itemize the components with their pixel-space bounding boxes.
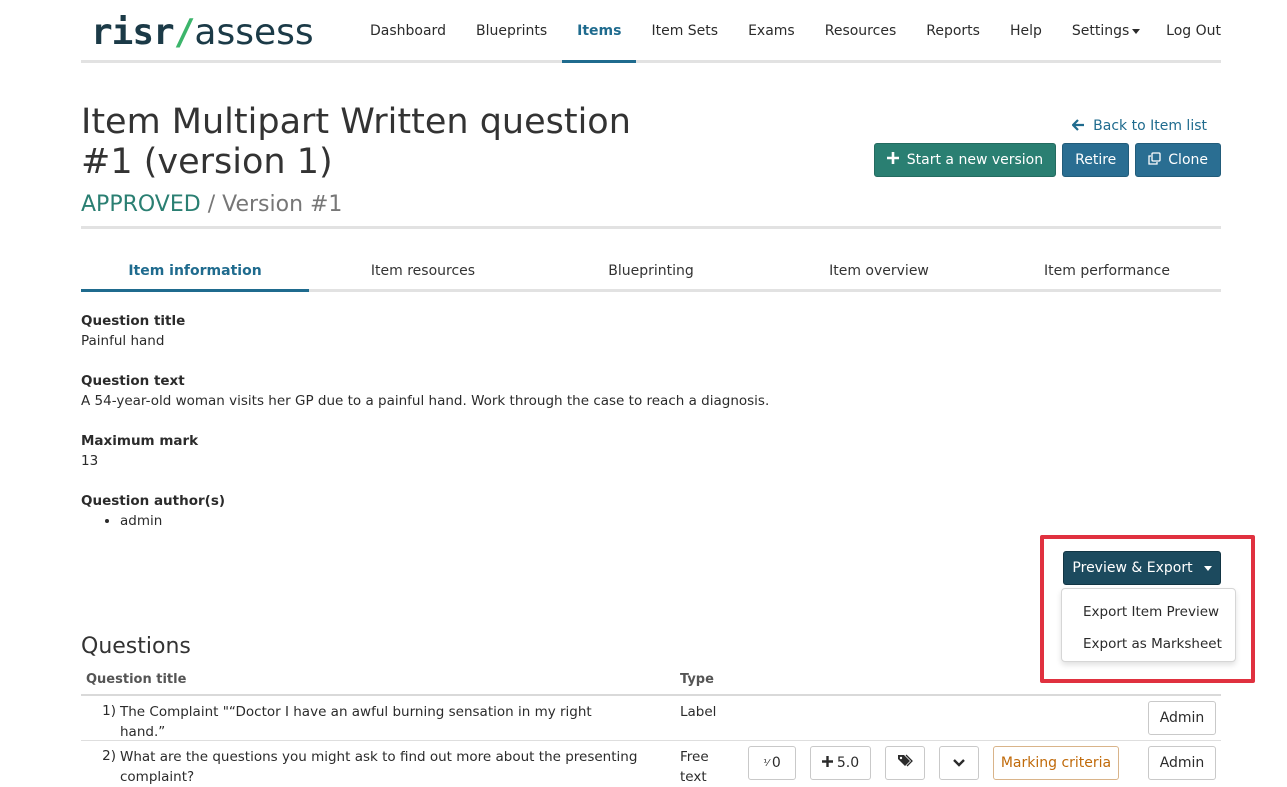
tab-item-overview[interactable]: Item overview [765,252,993,289]
back-link-label: Back to Item list [1093,118,1207,134]
export-item-preview-option[interactable]: Export Item Preview [1062,596,1235,628]
question-title-cell: The Complaint "“Doctor I have an awful b… [120,704,592,740]
maximum-mark-label: Maximum mark [81,433,199,449]
logo-assess-text: assess [194,12,314,53]
back-to-item-list-link[interactable]: Back to Item list [1071,118,1207,134]
nav-item-sets[interactable]: Item Sets [636,0,733,60]
nav-items[interactable]: Items [562,0,637,63]
question-type-cell: Label [680,704,717,720]
top-navbar: risr/assess Dashboard Blueprints Items I… [81,0,1221,63]
table-row: 2) What are the questions you might ask … [81,741,1221,787]
admin-button[interactable]: Admin [1148,701,1216,735]
tags-button[interactable] [885,746,925,780]
logo-risr-text: risr [91,12,175,53]
logo-slash: / [173,12,196,53]
nav-exams[interactable]: Exams [733,0,810,60]
export-as-marksheet-option[interactable]: Export as Marksheet [1062,628,1235,660]
nav-blueprints[interactable]: Blueprints [461,0,562,60]
logout-link[interactable]: Log Out [1166,0,1221,62]
table-row: 1) The Complaint "“Doctor I have an awfu… [81,696,1221,741]
question-text-field: Question text A 54-year-old woman visits… [81,371,769,411]
question-authors-label: Question author(s) [81,493,226,509]
question-authors-field: Question author(s) admin [81,491,225,531]
clone-label: Clone [1168,152,1208,168]
question-title-label: Question title [81,313,186,329]
tags-icon [897,754,913,772]
question-title-field: Question title Painful hand [81,311,185,351]
score-button[interactable]: 5.0 [810,746,871,780]
item-actions: Start a new version Retire Clone [873,143,1221,177]
admin-button[interactable]: Admin [1148,746,1216,780]
caret-down-icon [1132,28,1141,34]
nav-help[interactable]: Help [995,0,1057,60]
maximum-mark-value: 13 [81,453,99,469]
question-text-value: A 54-year-old woman visits her GP due to… [81,393,770,409]
status-line: APPROVED / Version #1 [81,192,342,217]
column-question-title: Question title [86,672,187,687]
preview-export-button[interactable]: Preview & Export [1063,551,1221,585]
nav-reports[interactable]: Reports [911,0,995,60]
arrow-left-icon [1071,118,1093,134]
questions-heading: Questions [81,634,191,659]
caret-down-icon [1203,565,1212,571]
questions-table-header: Question title Type [81,670,1221,696]
risr-assess-logo[interactable]: risr/assess [91,12,314,53]
tab-item-performance[interactable]: Item performance [993,252,1221,289]
authors-list: admin [120,511,225,531]
score-value: 5.0 [836,755,860,771]
question-type-cell: Free text [680,749,709,785]
maximum-mark-field: Maximum mark 13 [81,431,198,471]
nav-dashboard[interactable]: Dashboard [355,0,461,60]
nav-settings-label: Settings [1071,23,1130,39]
plus-icon [821,755,837,771]
author-item: admin [120,511,225,531]
clone-icon [1148,151,1168,169]
page-title: Item Multipart Written question #1 (vers… [81,102,631,182]
question-number: 1) [102,703,116,719]
status-badge: APPROVED [81,192,201,217]
column-type: Type [680,672,714,687]
question-title-cell: What are the questions you might ask to … [120,749,638,785]
start-new-version-button[interactable]: Start a new version [873,143,1057,177]
preview-export-label: Preview & Export [1072,560,1193,576]
status-separator: / [200,192,223,217]
questions-table: Question title Type 1) The Complaint "“D… [81,670,1221,787]
question-number: 2) [102,748,116,764]
tab-item-resources[interactable]: Item resources [309,252,537,289]
tab-item-information[interactable]: Item information [81,252,309,292]
preview-export-menu: Export Item Preview Export as Marksheet [1061,588,1236,662]
version-label: Version #1 [222,192,343,217]
chevron-down-icon [953,755,965,771]
count-value: 0 [771,755,781,771]
marking-criteria-button[interactable]: Marking criteria [993,746,1119,780]
expand-button[interactable] [939,746,979,780]
retire-button[interactable]: Retire [1062,143,1130,177]
title-divider [81,226,1221,229]
question-text-label: Question text [81,373,185,389]
nav-resources[interactable]: Resources [810,0,912,60]
main-nav: Dashboard Blueprints Items Item Sets Exa… [355,0,1155,63]
clone-button[interactable]: Clone [1135,143,1221,177]
plus-icon [886,152,907,168]
item-tabs: Item information Item resources Blueprin… [81,252,1221,292]
count-button[interactable]: ⅟0 [748,746,796,780]
nav-settings[interactable]: Settings [1057,0,1155,60]
tab-blueprinting[interactable]: Blueprinting [537,252,765,289]
start-new-version-label: Start a new version [906,152,1044,168]
list-numbered-icon: ⅟ [763,757,769,769]
question-title-value: Painful hand [81,333,165,349]
